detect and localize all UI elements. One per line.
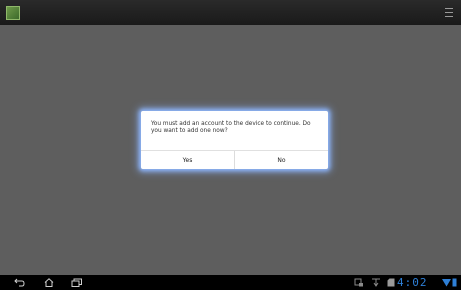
recent-apps-icon[interactable] bbox=[71, 278, 83, 287]
add-account-dialog: You must add an account to the device to… bbox=[141, 111, 328, 169]
screen: You must add an account to the device to… bbox=[0, 0, 461, 290]
battery-icon bbox=[452, 278, 457, 287]
menu-icon[interactable] bbox=[445, 8, 453, 17]
app-icon bbox=[6, 6, 20, 20]
wifi-icon bbox=[442, 279, 451, 287]
action-bar bbox=[0, 0, 461, 25]
yes-button[interactable]: Yes bbox=[141, 151, 234, 169]
screenshot-icon bbox=[354, 278, 363, 287]
no-button[interactable]: No bbox=[234, 151, 328, 169]
system-bar: 4:02 bbox=[0, 275, 461, 290]
sd-card-icon bbox=[387, 278, 395, 287]
dialog-buttons: Yes No bbox=[141, 150, 328, 169]
status-clock: 4:02 bbox=[397, 276, 428, 289]
back-icon[interactable] bbox=[14, 278, 26, 287]
usb-icon bbox=[372, 278, 380, 287]
home-icon[interactable] bbox=[43, 278, 55, 287]
dialog-message: You must add an account to the device to… bbox=[151, 121, 311, 135]
